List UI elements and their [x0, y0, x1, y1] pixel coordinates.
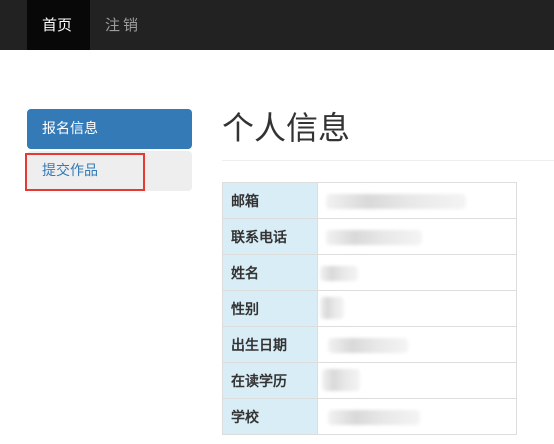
field-label-email: 邮箱	[222, 182, 318, 219]
field-value-birthdate	[317, 326, 517, 363]
redacted-value	[326, 230, 422, 245]
title-divider	[222, 160, 554, 161]
field-value-gender	[317, 290, 517, 327]
redacted-value	[320, 297, 344, 319]
field-label-gender: 性别	[222, 290, 318, 327]
redacted-value	[320, 266, 358, 281]
redacted-value	[328, 410, 420, 425]
nav-logout-link[interactable]: 注销	[90, 0, 156, 50]
field-value-name	[317, 254, 517, 291]
highlight-annotation-box	[25, 153, 145, 191]
field-label-birthdate: 出生日期	[222, 326, 318, 363]
field-value-education	[317, 362, 517, 399]
table-row: 邮箱	[222, 182, 517, 219]
table-row: 姓名	[222, 254, 517, 291]
field-value-school	[317, 398, 517, 435]
table-row: 在读学历	[222, 362, 517, 399]
redacted-value	[326, 194, 466, 209]
table-row: 性别	[222, 290, 517, 327]
field-label-phone: 联系电话	[222, 218, 318, 255]
nav-home-link[interactable]: 首页	[27, 0, 90, 50]
field-label-education: 在读学历	[222, 362, 318, 399]
page-title: 个人信息	[222, 109, 351, 147]
redacted-value	[328, 338, 408, 353]
field-value-email	[317, 182, 517, 219]
table-row: 联系电话	[222, 218, 517, 255]
field-value-phone	[317, 218, 517, 255]
sidebar-item-registration-info[interactable]: 报名信息	[27, 109, 192, 149]
field-label-name: 姓名	[222, 254, 318, 291]
table-row: 出生日期	[222, 326, 517, 363]
redacted-value	[322, 369, 360, 391]
field-label-school: 学校	[222, 398, 318, 435]
top-navbar: 首页 注销	[0, 0, 554, 50]
personal-info-table: 邮箱 联系电话 姓名 性别 出生日期 在读学历 学校	[222, 182, 517, 435]
table-row: 学校	[222, 398, 517, 435]
